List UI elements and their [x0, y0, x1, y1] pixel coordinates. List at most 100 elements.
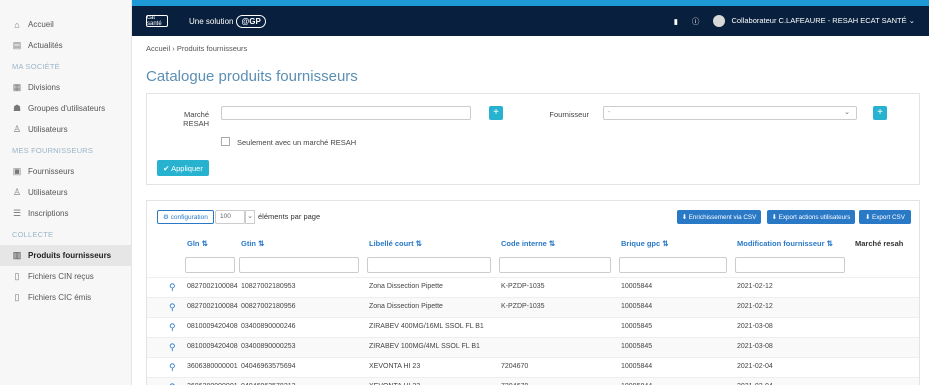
- sidebar-item-label: Accueil: [28, 20, 54, 29]
- column-header[interactable]: Code interne ⇅: [501, 239, 555, 248]
- table-cell: 03400890000246: [241, 323, 296, 330]
- table-cell: 00827002180956: [241, 303, 296, 310]
- breadcrumb[interactable]: Accueil › Produits fournisseurs: [146, 44, 247, 53]
- gp-badge: @GP: [236, 14, 266, 28]
- sidebar-item-label: Actualités: [28, 41, 63, 50]
- sidebar-item-label: Groupes d'utilisateurs: [28, 104, 106, 113]
- add-fournisseur-button[interactable]: +: [873, 106, 887, 120]
- table-cell: 10005844: [621, 363, 653, 370]
- export-user-actions-button[interactable]: ⬇ Export actions utilisateurs: [767, 210, 855, 224]
- search-icon[interactable]: ⚲: [169, 342, 176, 353]
- sidebar-item[interactable]: ▦ Divisions: [0, 77, 131, 98]
- column-filter-input[interactable]: [367, 257, 491, 273]
- sidebar-item[interactable]: ▯ Fichiers CIN reçus: [0, 266, 131, 287]
- column-filter-input[interactable]: [735, 257, 845, 273]
- products-table-panel: ⚙ configuration 100 ⌄ éléments par page …: [146, 200, 920, 385]
- per-page-select[interactable]: 100: [215, 210, 245, 224]
- table-cell: 0810009420408: [187, 343, 238, 350]
- sidebar-item-label: Divisions: [28, 83, 61, 92]
- search-icon[interactable]: ⚲: [169, 282, 176, 293]
- marche-input[interactable]: [221, 106, 471, 120]
- table-cell: 0827002100084: [187, 303, 238, 310]
- column-filter-input[interactable]: [185, 257, 235, 273]
- column-header[interactable]: Modification fournisseur ⇅: [737, 239, 833, 248]
- table-cell: 10827002180953: [241, 283, 296, 290]
- table-cell: Zona Dissection Pipette: [369, 283, 443, 290]
- add-marche-button[interactable]: +: [489, 106, 503, 120]
- chevron-down-icon: ⌄: [844, 109, 850, 116]
- sidebar: ⌂ Accueil ▤ Actualités MA SOCIÉTÉ ▦ Divisions ☗…: [0, 0, 132, 385]
- sidebar-item-label: Fichiers CIN reçus: [28, 272, 94, 281]
- box-icon: ▥: [12, 250, 22, 260]
- column-filter-input[interactable]: [619, 257, 727, 273]
- sidebar-item[interactable]: ⌂ Accueil: [0, 14, 131, 35]
- sidebar-item[interactable]: ▯ Fichiers CIC émis: [0, 287, 131, 308]
- marche-label-line2: RESAH: [183, 119, 209, 128]
- table-row[interactable]: ⚲ 0810009420408 03400890000246 ZIRABEV 400M…: [147, 317, 919, 337]
- fournisseur-placeholder: -: [608, 109, 611, 116]
- search-icon[interactable]: ⚲: [169, 362, 176, 373]
- table-row[interactable]: ⚲ 0827002100084 10827002180953 Zona Dissect…: [147, 277, 919, 297]
- sidebar-item[interactable]: ☰ Inscriptions: [0, 203, 131, 224]
- app-logo[interactable]: cat santé: [146, 15, 171, 27]
- table-cell: 2021-03-08: [737, 343, 773, 350]
- column-filter-input[interactable]: [239, 257, 359, 273]
- table-row[interactable]: ⚲ 3606380000001 04046963575694 XEVONTA HI 2…: [147, 357, 919, 377]
- table-row[interactable]: ⚲360638000000104046963578213XEVONTA HI 2…: [147, 377, 919, 385]
- column-filter-input[interactable]: [499, 257, 611, 273]
- sidebar-item-label: Utilisateurs: [28, 125, 68, 134]
- export-csv-button[interactable]: ⬇ Export CSV: [859, 210, 911, 224]
- sidebar-item-label: Fournisseurs: [28, 167, 75, 176]
- user-menu[interactable]: Collaborateur C.LAFEAURE - RESAH ECAT SA…: [713, 15, 915, 27]
- sidebar-item[interactable]: ♙ Utilisateurs: [0, 119, 131, 140]
- search-icon[interactable]: ⚲: [169, 322, 176, 333]
- sidebar-item[interactable]: ▣ Fournisseurs: [0, 161, 131, 182]
- table-cell: 2021-03-08: [737, 323, 773, 330]
- marche-label-line1: Marché: [183, 110, 209, 119]
- table-row[interactable]: ⚲ 0827002100084 00827002180956 Zona Dissect…: [147, 297, 919, 317]
- table-cell: 2021-02-04: [737, 363, 773, 370]
- table-cell: 10005845: [621, 323, 653, 330]
- table-cell: 10005844: [621, 303, 653, 310]
- resah-only-label: Seulement avec un marché RESAH: [237, 138, 357, 147]
- column-header[interactable]: Brique gpc ⇅: [621, 239, 669, 248]
- table-cell: ZIRABEV 400MG/16ML SSOL FL B1: [369, 323, 484, 330]
- user-icon: ♙: [12, 124, 22, 134]
- file-icon: ▯: [14, 271, 20, 281]
- column-header[interactable]: Libellé court ⇅: [369, 239, 422, 248]
- chevron-down-icon[interactable]: ⌄: [245, 210, 255, 224]
- avatar: [713, 15, 726, 27]
- table-cell: 0827002100084: [187, 283, 238, 290]
- page-title: Catalogue produits fournisseurs: [146, 68, 358, 85]
- table-cell: 10005844: [621, 283, 653, 290]
- help-icon[interactable]: ⓘ: [692, 16, 700, 27]
- sidebar-item[interactable]: ▤ Actualités: [0, 35, 131, 56]
- table-cell: 03400890000253: [241, 343, 296, 350]
- resah-only-checkbox[interactable]: [221, 137, 230, 146]
- sidebar-item[interactable]: ♙ Utilisateurs: [0, 182, 131, 203]
- table-cell: Zona Dissection Pipette: [369, 303, 443, 310]
- apply-button[interactable]: ✔ Appliquer: [157, 160, 209, 176]
- top-right-actions: ▮ ⓘ Collaborateur C.LAFEAURE - RESAH ECA…: [674, 6, 915, 36]
- configuration-button[interactable]: ⚙ configuration: [157, 210, 214, 224]
- sidebar-item-label: Inscriptions: [28, 209, 69, 218]
- search-icon[interactable]: ⚲: [169, 302, 176, 313]
- filter-panel: Marché RESAH + Fournisseur - ⌄ + Seuleme…: [146, 93, 920, 185]
- enrich-csv-button[interactable]: ⬇ Enrichissement via CSV: [677, 210, 761, 224]
- column-header[interactable]: Gtin ⇅: [241, 239, 264, 248]
- fournisseur-select[interactable]: - ⌄: [603, 106, 857, 120]
- building-icon: ▣: [12, 166, 22, 176]
- table-cell: 7204670: [501, 363, 529, 370]
- column-header[interactable]: Marché resah: [855, 239, 903, 248]
- column-header[interactable]: Gln ⇅: [187, 239, 208, 248]
- home-icon: ⌂: [14, 19, 20, 30]
- book-icon[interactable]: ▮: [674, 17, 678, 26]
- table-cell: 10005845: [621, 343, 653, 350]
- sidebar-item-label: Utilisateurs: [28, 188, 68, 197]
- table-row[interactable]: ⚲ 0810009420408 03400890000253 ZIRABEV 100M…: [147, 337, 919, 357]
- sidebar-item-label: Produits fournisseurs: [28, 251, 112, 260]
- solution-tagline: Une solution @GP: [189, 14, 266, 28]
- sidebar-item[interactable]: ▥ Produits fournisseurs: [0, 245, 131, 266]
- table-cell: K-PZDP-1035: [501, 303, 545, 310]
- sidebar-item[interactable]: ☗ Groupes d'utilisateurs: [0, 98, 131, 119]
